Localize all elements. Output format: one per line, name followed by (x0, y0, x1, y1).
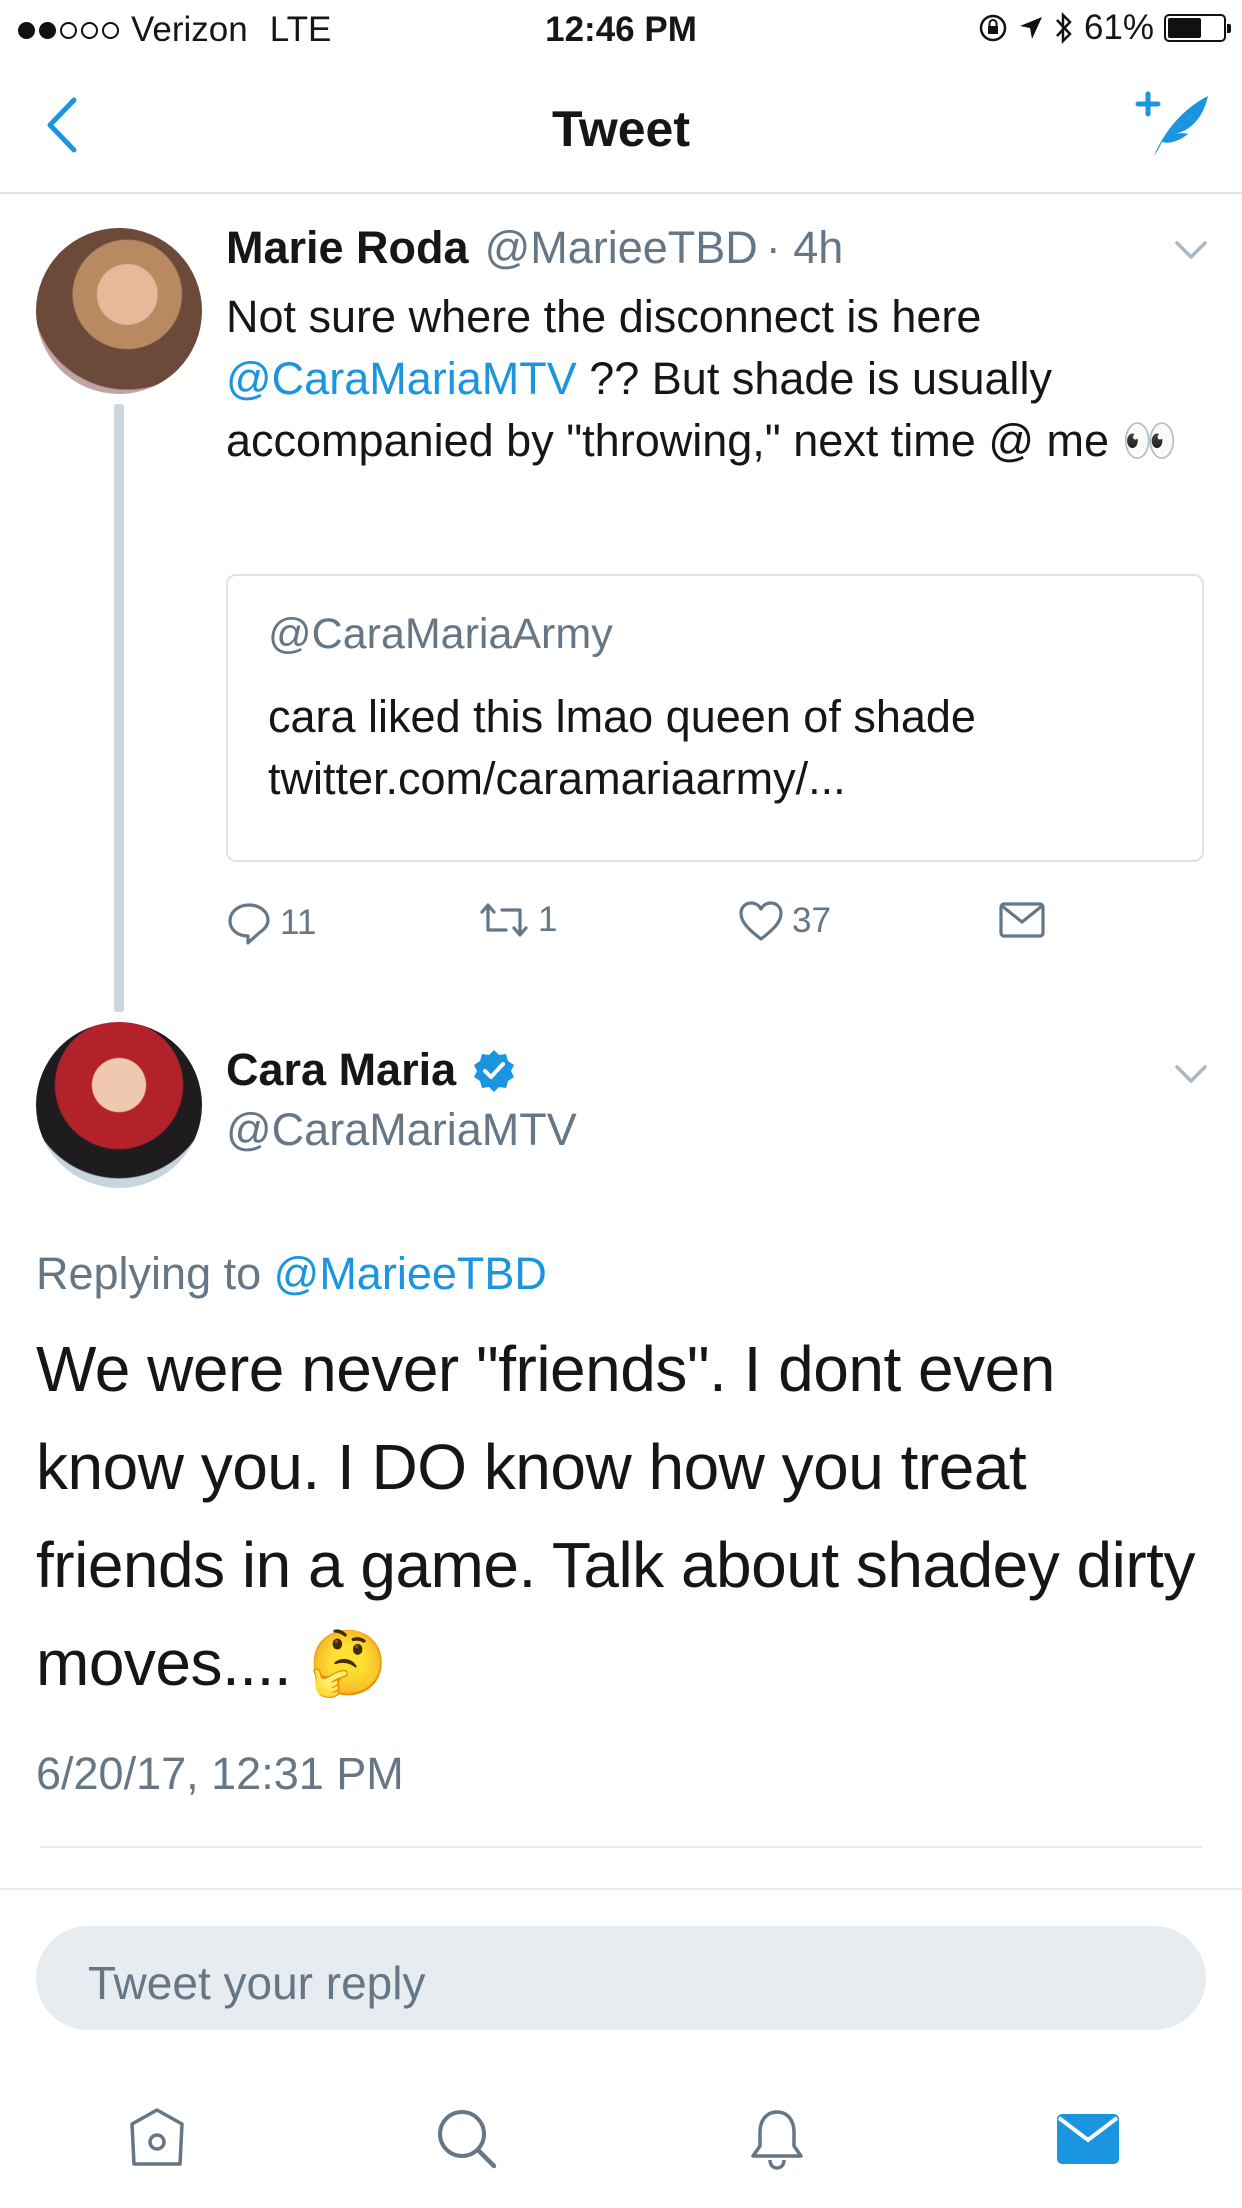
author-name[interactable]: Cara Maria (226, 1044, 456, 1096)
reply-button[interactable]: 11 (226, 900, 316, 946)
orientation-lock-icon (979, 14, 1007, 42)
author-name[interactable]: Marie Roda (226, 222, 469, 274)
tab-notifications[interactable] (744, 2106, 810, 2177)
battery-percent: 61% (1083, 8, 1154, 47)
tweet-age: · 4h (765, 222, 844, 273)
tweet-header: Cara Maria (226, 1044, 516, 1096)
avatar[interactable] (36, 1022, 202, 1188)
tweet-text: Not sure where the disconnect is here @C… (226, 286, 1186, 472)
tweet-header: Marie Roda @MarieeTBD · 4h (226, 222, 843, 274)
tweet-text-part: Not sure where the disconnect is here (226, 291, 982, 342)
like-button[interactable]: 37 (738, 900, 831, 942)
message-button[interactable] (998, 900, 1046, 940)
divider (40, 1846, 1202, 1848)
home-icon (130, 2108, 184, 2166)
envelope-icon (999, 902, 1045, 938)
tweet-text: We were never "friends". I dont even kno… (36, 1320, 1206, 1712)
thread-line (114, 404, 124, 1012)
author-handle[interactable]: @MarieeTBD (485, 222, 758, 274)
retweet-count: 1 (538, 900, 558, 939)
tweet-text-body: We were never "friends". I dont even kno… (36, 1333, 1195, 1699)
retweet-icon (480, 903, 528, 937)
status-right: 61% (978, 8, 1231, 48)
location-icon (1019, 17, 1042, 39)
notifications-icon (751, 2110, 803, 2170)
bluetooth-icon (1056, 11, 1072, 45)
verified-badge-icon (474, 1050, 515, 1092)
replying-to-label: Replying to (36, 1248, 274, 1299)
status-bar: Verizon LTE 12:46 PM 61% (0, 0, 1242, 62)
replying-to: Replying to @MarieeTBD (36, 1248, 547, 1300)
quoted-handle: @CaraMariaArmy (268, 610, 613, 658)
tab-search[interactable] (434, 2106, 500, 2177)
battery-icon (1164, 14, 1231, 42)
like-count: 37 (792, 901, 831, 940)
handle-line: @CaraMariaMTV (226, 1104, 577, 1156)
tab-bar (0, 2070, 1242, 2208)
quoted-text: cara liked this lmao queen of shade twit… (268, 691, 976, 804)
quoted-tweet[interactable]: @CaraMariaArmy cara liked this lmao quee… (226, 574, 1204, 862)
author-handle[interactable]: @CaraMariaMTV (226, 1104, 577, 1156)
heart-icon (739, 901, 783, 941)
mention-link[interactable]: @MarieeTBD (274, 1248, 547, 1299)
retweet-button[interactable]: 1 (478, 900, 557, 940)
messages-icon (1057, 2114, 1119, 2164)
avatar[interactable] (36, 228, 202, 394)
navigation-bar: Tweet (0, 62, 1242, 194)
compose-tweet-icon (1135, 91, 1208, 156)
tab-home[interactable] (124, 2106, 190, 2177)
tweet-timestamp: 6/20/17, 12:31 PM (36, 1748, 404, 1799)
thinking-emoji: 🤔 (308, 1627, 388, 1699)
reply-input[interactable]: Tweet your reply (36, 1926, 1206, 2030)
chevron-down-icon[interactable] (1174, 240, 1208, 260)
reply-count: 11 (280, 903, 317, 942)
page-title: Tweet (552, 101, 690, 157)
chevron-down-icon[interactable] (1174, 1064, 1208, 1084)
eyes-emoji: 👀 (1121, 415, 1178, 466)
tweet-actions: 11 1 37 (226, 900, 1226, 960)
reply-placeholder: Tweet your reply (88, 1957, 426, 2009)
compose-button[interactable] (1132, 90, 1212, 165)
search-icon (438, 2110, 497, 2169)
reply-icon (228, 903, 270, 945)
tab-messages[interactable] (1054, 2106, 1122, 2177)
mention-link[interactable]: @CaraMariaMTV (226, 353, 577, 404)
divider (0, 1888, 1242, 1890)
